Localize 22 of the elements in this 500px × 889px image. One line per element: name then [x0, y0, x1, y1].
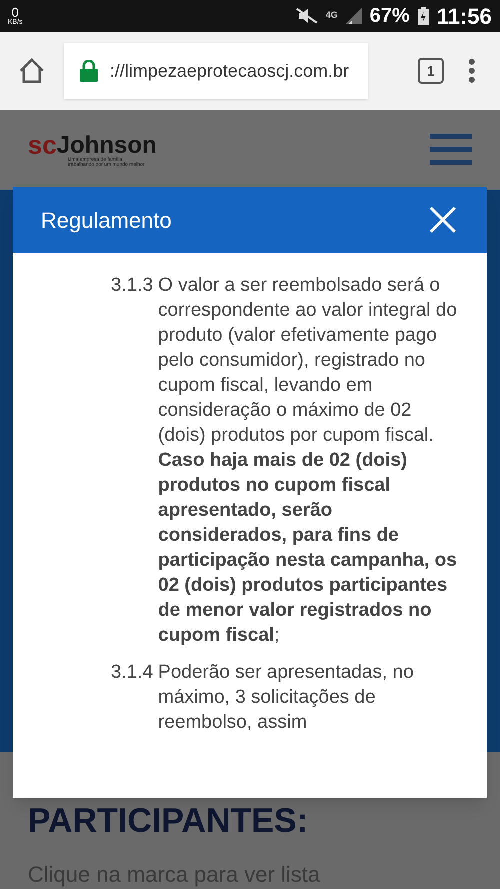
- tab-count-button[interactable]: 1: [418, 58, 444, 84]
- close-icon: [429, 206, 457, 234]
- clause-text: Poderão ser apresentadas, no máximo, 3 solicitações de reembolso, assim: [158, 661, 415, 735]
- more-menu-icon[interactable]: [468, 58, 476, 84]
- close-button[interactable]: [427, 204, 459, 236]
- clause-number: 3.1.3: [111, 274, 154, 298]
- modal-title: Regulamento: [41, 206, 172, 235]
- clause-number: 3.1.4: [111, 661, 154, 685]
- clause-text: O valor a ser reembolsado será o correspondente ao valor integral do produto (valor efetivamente pago pelo consumidor), registrado no cupom fiscal, levando em consideração o máximo de 02 (dois) produtos por cupom fiscal. Caso haja mais de 02 (dois) produtos no cupom fiscal apresentado, serão considerados, para fins de participação nesta campanha, os 02 (dois) produtos participantes de menor valor registrados no cupom fiscal;: [158, 274, 458, 648]
- battery-icon: [418, 7, 429, 25]
- speed-value: 0: [12, 6, 20, 19]
- home-icon: [18, 57, 46, 85]
- network-type: 4G: [326, 9, 338, 22]
- signal-icon: [346, 8, 362, 24]
- logo-name: Johnson: [56, 134, 157, 158]
- clock: 11:56: [436, 2, 492, 30]
- logo-prefix: sc: [28, 132, 57, 158]
- battery-level: 67%: [370, 4, 410, 29]
- mute-icon: [296, 8, 318, 24]
- address-bar[interactable]: ://limpezaeprotecaoscj.com.br: [64, 43, 368, 99]
- section-heading: PARTICIPANTES:: [28, 804, 310, 838]
- url-text: ://limpezaeprotecaoscj.com.br: [110, 60, 350, 83]
